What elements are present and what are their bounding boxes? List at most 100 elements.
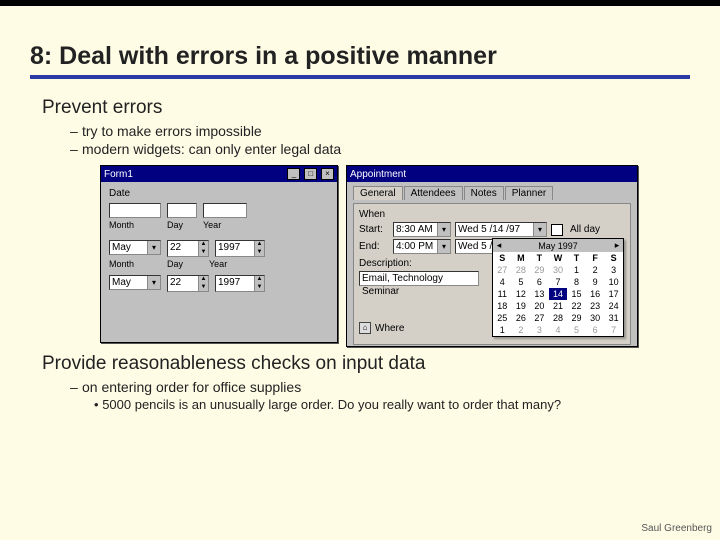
calendar-day[interactable]: 6	[586, 324, 605, 336]
allday-label: All day	[570, 224, 600, 235]
spin-down-icon[interactable]: ▼	[198, 249, 208, 257]
chevron-down-icon[interactable]: ▾	[437, 223, 450, 236]
calendar-dow: M	[512, 252, 531, 264]
calendar-dow: F	[586, 252, 605, 264]
calendar-day[interactable]: 22	[567, 300, 586, 312]
section2-heading: Provide reasonableness checks on input d…	[42, 353, 690, 375]
calendar-day[interactable]: 3	[604, 264, 623, 276]
calendar-day[interactable]: 6	[530, 276, 549, 288]
section1-heading: Prevent errors	[42, 97, 690, 119]
calendar-day[interactable]: 24	[604, 300, 623, 312]
home-icon: ⌂	[359, 322, 371, 334]
calendar-day[interactable]: 5	[567, 324, 586, 336]
close-icon[interactable]: ×	[321, 168, 334, 180]
chevron-down-icon[interactable]: ▾	[147, 241, 160, 254]
calendar-day[interactable]: 7	[604, 324, 623, 336]
spin-up-icon[interactable]: ▲	[254, 241, 264, 249]
form1-titlebar: Form1 _ □ ×	[101, 166, 337, 182]
maximize-icon[interactable]: □	[304, 168, 317, 180]
spin-up-icon[interactable]: ▲	[254, 276, 264, 284]
form1-window: Form1 _ □ × Date Month Day Year	[100, 165, 338, 343]
calendar-day[interactable]: 27	[530, 312, 549, 324]
calendar-day[interactable]: 12	[512, 288, 531, 300]
spin-down-icon[interactable]: ▼	[254, 249, 264, 257]
calendar-day[interactable]: 2	[512, 324, 531, 336]
slide-title: 8: Deal with errors in a positive manner	[30, 42, 690, 79]
year-spinner[interactable]: 1997 ▲▼	[215, 240, 265, 257]
calendar-day[interactable]: 26	[512, 312, 531, 324]
calendar-day[interactable]: 21	[549, 300, 568, 312]
calendar-day[interactable]: 15	[567, 288, 586, 300]
footer-credit: Saul Greenberg	[641, 523, 712, 534]
section1-bullets: –try to make errors impossible –modern w…	[70, 123, 690, 157]
calendar-day[interactable]: 28	[512, 264, 531, 276]
calendar-day[interactable]: 11	[493, 288, 512, 300]
appointment-title-text: Appointment	[350, 169, 406, 180]
tab-general[interactable]: General	[353, 186, 403, 200]
month-dropdown[interactable]: May ▾	[109, 240, 161, 255]
calendar-day[interactable]: 19	[512, 300, 531, 312]
calendar-day[interactable]: 10	[604, 276, 623, 288]
year-spinner[interactable]: 1997 ▲▼	[215, 275, 265, 292]
window-controls[interactable]: _ □ ×	[286, 168, 334, 180]
description-field[interactable]: Email, Technology Seminar	[359, 271, 479, 286]
calendar-day[interactable]: 27	[493, 264, 512, 276]
section2-bullets: –on entering order for office supplies	[70, 379, 690, 395]
allday-checkbox[interactable]	[551, 224, 563, 236]
spin-down-icon[interactable]: ▼	[198, 284, 208, 292]
calendar-day[interactable]: 3	[530, 324, 549, 336]
calendar-prev-icon[interactable]: ◂	[493, 240, 505, 251]
calendar-day[interactable]: 5	[512, 276, 531, 288]
tab-notes[interactable]: Notes	[464, 186, 504, 200]
day-field[interactable]	[167, 203, 197, 218]
calendar-day[interactable]: 4	[493, 276, 512, 288]
calendar-day[interactable]: 2	[586, 264, 605, 276]
calendar-dow: T	[567, 252, 586, 264]
calendar-grid: SMTWTFS 27282930123456789101112131415161…	[493, 252, 623, 336]
calendar-day[interactable]: 1	[567, 264, 586, 276]
year-value: 1997	[216, 241, 254, 256]
bullet-text: try to make errors impossible	[82, 123, 262, 139]
chevron-down-icon[interactable]: ▾	[437, 240, 450, 253]
calendar-day[interactable]: 7	[549, 276, 568, 288]
calendar-month: May 1997	[538, 241, 578, 251]
year-field[interactable]	[203, 203, 247, 218]
month-field[interactable]	[109, 203, 161, 218]
spin-down-icon[interactable]: ▼	[254, 284, 264, 292]
end-time-field[interactable]: 4:00 PM▾	[393, 239, 451, 254]
calendar-dow: S	[604, 252, 623, 264]
calendar-day[interactable]: 9	[586, 276, 605, 288]
calendar-day[interactable]: 8	[567, 276, 586, 288]
spin-up-icon[interactable]: ▲	[198, 241, 208, 249]
chevron-down-icon[interactable]: ▾	[533, 223, 546, 236]
calendar-day[interactable]: 16	[586, 288, 605, 300]
calendar-day[interactable]: 29	[567, 312, 586, 324]
chevron-down-icon[interactable]: ▾	[147, 276, 160, 289]
calendar-next-icon[interactable]: ▸	[611, 240, 623, 251]
year-label: Year	[209, 259, 253, 269]
tab-attendees[interactable]: Attendees	[404, 186, 463, 200]
calendar-day[interactable]: 18	[493, 300, 512, 312]
calendar-day[interactable]: 1	[493, 324, 512, 336]
calendar-day[interactable]: 30	[549, 264, 568, 276]
calendar-day[interactable]: 31	[604, 312, 623, 324]
calendar-day[interactable]: 23	[586, 300, 605, 312]
minimize-icon[interactable]: _	[287, 168, 300, 180]
day-spinner[interactable]: 22 ▲▼	[167, 240, 209, 257]
calendar-day[interactable]: 30	[586, 312, 605, 324]
calendar-day[interactable]: 14	[549, 288, 568, 300]
spin-up-icon[interactable]: ▲	[198, 276, 208, 284]
calendar-day[interactable]: 17	[604, 288, 623, 300]
calendar-day[interactable]: 28	[549, 312, 568, 324]
calendar-day[interactable]: 29	[530, 264, 549, 276]
start-time-field[interactable]: 8:30 AM▾	[393, 222, 451, 237]
calendar-day[interactable]: 20	[530, 300, 549, 312]
start-date-field[interactable]: Wed 5 /14 /97▾	[455, 222, 547, 237]
calendar-dow: W	[549, 252, 568, 264]
calendar-day[interactable]: 13	[530, 288, 549, 300]
tab-planner[interactable]: Planner	[505, 186, 553, 200]
calendar-day[interactable]: 4	[549, 324, 568, 336]
calendar-day[interactable]: 25	[493, 312, 512, 324]
month-dropdown[interactable]: May ▾	[109, 275, 161, 290]
day-spinner[interactable]: 22 ▲▼	[167, 275, 209, 292]
